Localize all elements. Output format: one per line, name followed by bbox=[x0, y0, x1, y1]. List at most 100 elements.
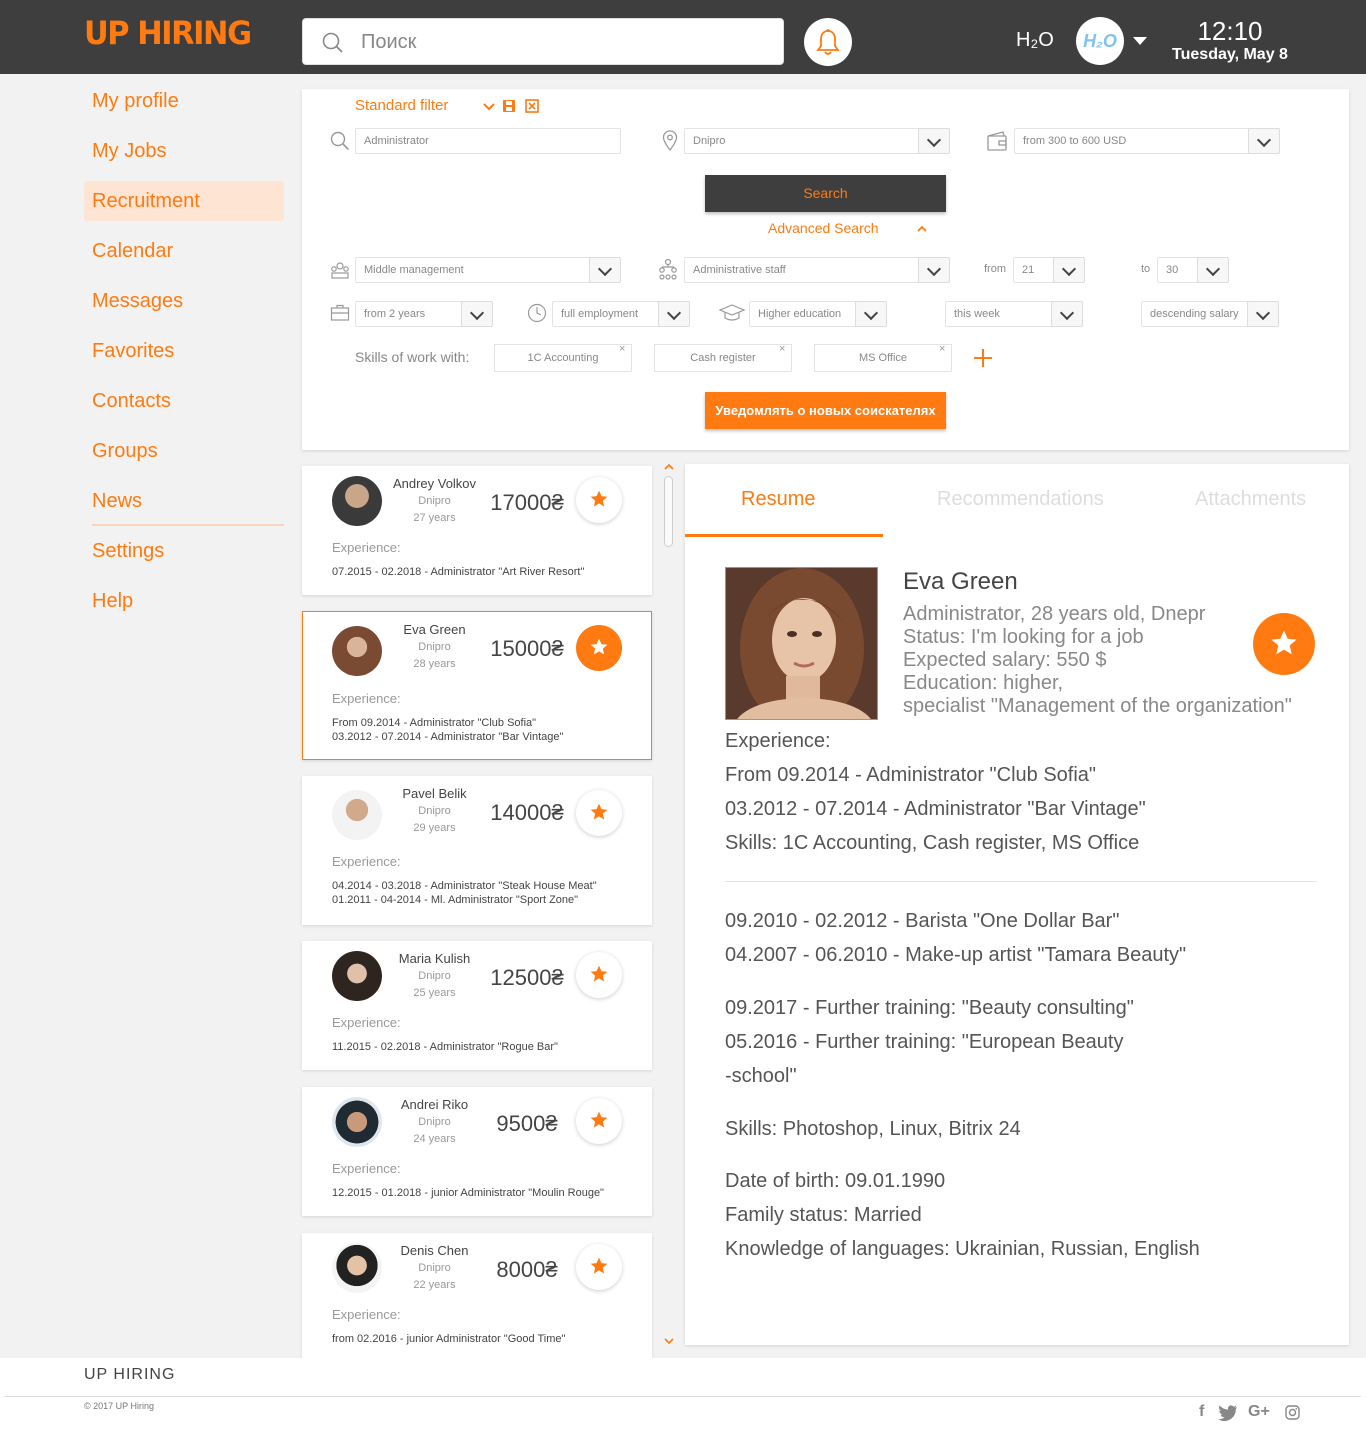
employment-chevron-icon[interactable] bbox=[658, 301, 690, 327]
level-select-chevron-icon[interactable] bbox=[589, 257, 621, 283]
scroll-up-icon[interactable] bbox=[663, 462, 675, 472]
footer-copyright: © 2017 UP Hiring bbox=[84, 1401, 155, 1411]
sidebar-item-my-profile[interactable]: My profile bbox=[84, 81, 284, 121]
clock-time: 12:10 bbox=[1197, 16, 1263, 46]
app-logo[interactable]: UP HIRING bbox=[84, 14, 252, 52]
sort-chevron-icon[interactable] bbox=[1247, 301, 1279, 327]
candidate-age: 22 years bbox=[413, 1279, 456, 1291]
candidate-name: Denis Chen bbox=[400, 1243, 469, 1258]
sidebar-item-messages[interactable]: Messages bbox=[84, 281, 284, 321]
favorite-button[interactable] bbox=[1253, 613, 1315, 675]
search-input[interactable] bbox=[361, 28, 761, 56]
position-field[interactable]: Administrator bbox=[355, 128, 621, 154]
notify-new-candidates-button[interactable]: Уведомлять о новых соискателях bbox=[705, 392, 946, 429]
close-icon[interactable]: × bbox=[779, 343, 785, 355]
level-select[interactable]: Middle management bbox=[355, 257, 621, 283]
sidebar-item-recruitment[interactable]: Recruitment bbox=[84, 181, 284, 221]
category-select[interactable]: Administrative staff bbox=[684, 257, 950, 283]
save-icon[interactable] bbox=[502, 99, 516, 113]
candidate-card[interactable]: Andrey Volkov Dnipro 27 years 17000₴ Exp… bbox=[302, 466, 652, 595]
sidebar-item-help[interactable]: Help bbox=[84, 581, 284, 621]
clear-filter-icon[interactable] bbox=[525, 99, 539, 113]
close-icon[interactable]: × bbox=[619, 343, 625, 355]
candidate-card[interactable]: Pavel Belik Dnipro 29 years 14000₴ Exper… bbox=[302, 776, 652, 925]
age-from-chevron-icon[interactable] bbox=[1053, 257, 1085, 283]
experience-line: 12.2015 - 01.2018 - junior Administrator… bbox=[332, 1187, 604, 1199]
candidate-salary: 17000₴ bbox=[490, 490, 564, 515]
sidebar-item-settings[interactable]: Settings bbox=[84, 531, 284, 571]
twitter-icon[interactable] bbox=[1218, 1405, 1238, 1421]
skill-tag[interactable]: MS Office bbox=[814, 344, 952, 372]
skill-tag[interactable]: 1C Accounting bbox=[494, 344, 632, 372]
sidebar-item-calendar[interactable]: Calendar bbox=[84, 231, 284, 271]
tab-recommendations[interactable]: Recommendations bbox=[937, 488, 1104, 511]
period-chevron-icon[interactable] bbox=[1051, 301, 1083, 327]
city-select-chevron-icon[interactable] bbox=[918, 128, 950, 154]
favorite-button[interactable] bbox=[576, 952, 622, 998]
sidebar-item-groups[interactable]: Groups bbox=[84, 431, 284, 471]
candidate-card-selected[interactable]: Eva Green Dnipro 28 years 15000₴ Experie… bbox=[302, 611, 652, 760]
add-skill-icon[interactable] bbox=[973, 348, 993, 368]
education-chevron-icon[interactable] bbox=[855, 301, 887, 327]
salary-select[interactable]: from 300 to 600 USD bbox=[1014, 128, 1280, 154]
skill-tag[interactable]: Cash register bbox=[654, 344, 792, 372]
sidebar-item-favorites[interactable]: Favorites bbox=[84, 331, 284, 371]
chevron-down-icon[interactable] bbox=[482, 101, 496, 113]
management-icon bbox=[331, 262, 349, 279]
candidate-name: Eva Green bbox=[403, 622, 466, 637]
google-plus-icon[interactable]: G+ bbox=[1248, 1403, 1270, 1421]
salary-select-chevron-icon[interactable] bbox=[1248, 128, 1280, 154]
tab-resume[interactable]: Resume bbox=[741, 488, 815, 511]
resume-line: 09.2010 - 02.2012 - Barista "One Dollar … bbox=[725, 910, 1120, 932]
sidebar-item-contacts[interactable]: Contacts bbox=[84, 381, 284, 421]
experience-label: Experience: bbox=[332, 854, 401, 869]
resume-line: 09.2017 - Further training: "Beauty cons… bbox=[725, 997, 1134, 1019]
footer-divider bbox=[5, 1396, 1361, 1397]
avatar[interactable]: H₂O bbox=[1076, 17, 1124, 65]
city-select[interactable]: Dnipro bbox=[684, 128, 950, 154]
resume-info-line: Administrator, 28 years old, Dnepr bbox=[903, 603, 1206, 625]
star-icon bbox=[590, 638, 608, 655]
experience-line: 01.2011 - 04-2014 - Ml. Administrator "S… bbox=[332, 894, 579, 906]
filter-title[interactable]: Standard filter bbox=[355, 97, 448, 114]
experience-line: 04.2014 - 03.2018 - Administrator "Steak… bbox=[332, 880, 597, 892]
resume-name: Eva Green bbox=[903, 568, 1018, 595]
category-select-chevron-icon[interactable] bbox=[918, 257, 950, 283]
facebook-icon[interactable]: f bbox=[1199, 1403, 1204, 1421]
favorite-button[interactable] bbox=[576, 1098, 622, 1144]
scroll-down-icon[interactable] bbox=[663, 1336, 675, 1346]
advanced-search-link[interactable]: Advanced Search bbox=[768, 220, 879, 236]
search-box[interactable] bbox=[302, 18, 784, 65]
instagram-icon[interactable] bbox=[1285, 1405, 1300, 1420]
resume-line: 04.2007 - 06.2010 - Make-up artist "Tama… bbox=[725, 944, 1187, 966]
resume-line: Knowledge of languages: Ukrainian, Russi… bbox=[725, 1238, 1200, 1260]
chevron-down-icon[interactable] bbox=[1133, 37, 1147, 45]
candidate-city: Dnipro bbox=[418, 641, 451, 653]
experience-chevron-icon[interactable] bbox=[461, 301, 493, 327]
tab-attachments[interactable]: Attachments bbox=[1195, 488, 1306, 511]
experience-line: 03.2012 - 07.2014 - Administrator "Bar V… bbox=[332, 731, 564, 743]
sidebar-divider bbox=[92, 524, 284, 526]
search-button[interactable]: Search bbox=[705, 175, 946, 212]
resume-line: From 09.2014 - Administrator "Club Sofia… bbox=[725, 764, 1097, 786]
candidate-card[interactable]: Andrei Riko Dnipro 24 years 9500₴ Experi… bbox=[302, 1087, 652, 1216]
candidate-card[interactable]: Denis Chen Dnipro 22 years 8000₴ Experie… bbox=[302, 1233, 652, 1358]
experience-line: From 09.2014 - Administrator "Club Sofia… bbox=[332, 717, 537, 729]
chevron-up-icon[interactable] bbox=[916, 224, 928, 234]
candidate-age: 24 years bbox=[413, 1133, 456, 1145]
candidate-card[interactable]: Maria Kulish Dnipro 25 years 12500₴ Expe… bbox=[302, 941, 652, 1070]
candidate-list-scrollbar[interactable] bbox=[664, 476, 673, 547]
favorite-button[interactable] bbox=[576, 477, 622, 523]
resume-experience-label: Experience: bbox=[725, 730, 831, 752]
sidebar-item-news[interactable]: News bbox=[84, 481, 284, 521]
close-icon[interactable]: × bbox=[939, 343, 945, 355]
favorite-button[interactable] bbox=[576, 625, 622, 671]
favorite-button[interactable] bbox=[576, 790, 622, 836]
sidebar-item-my-jobs[interactable]: My Jobs bbox=[84, 131, 284, 171]
resume-info-line: Education: higher, bbox=[903, 672, 1064, 694]
star-icon bbox=[590, 490, 608, 507]
age-to-chevron-icon[interactable] bbox=[1197, 257, 1229, 283]
notifications-button[interactable] bbox=[804, 18, 852, 66]
favorite-button[interactable] bbox=[576, 1244, 622, 1290]
candidate-age: 29 years bbox=[413, 822, 456, 834]
